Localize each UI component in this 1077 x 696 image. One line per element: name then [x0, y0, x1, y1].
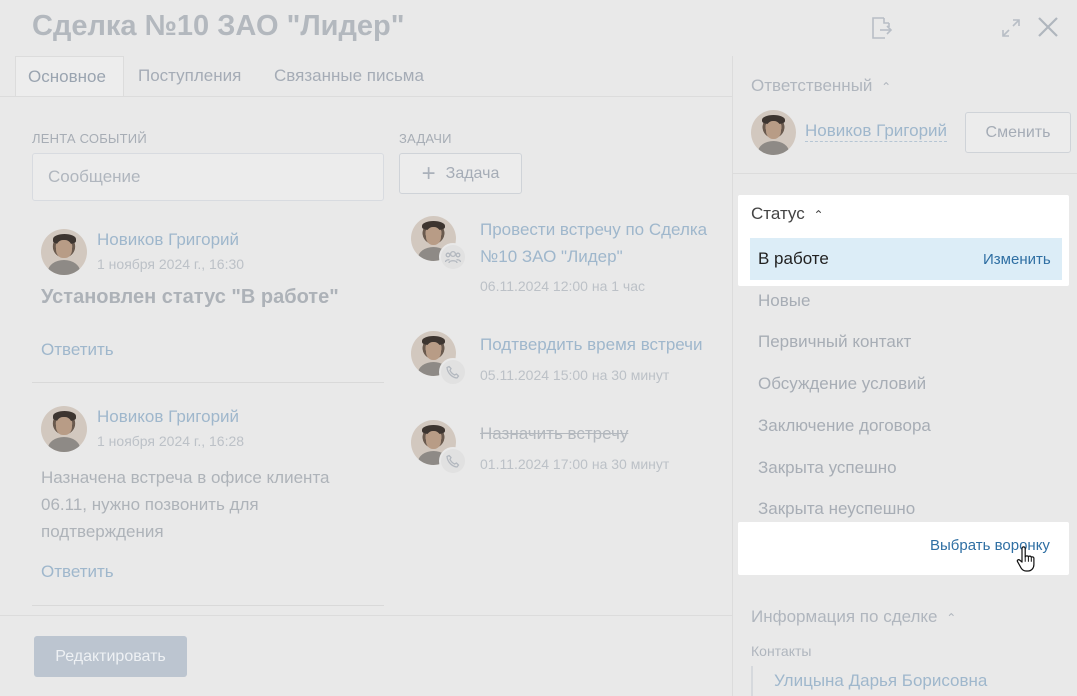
task-meta: 06.11.2024 12:00 на 1 час [480, 278, 645, 294]
edit-button-label: Редактировать [55, 647, 166, 665]
responsible-header[interactable]: Ответственный ⌃ [751, 76, 891, 96]
change-responsible-label: Сменить [985, 123, 1051, 141]
feed-divider [32, 382, 384, 383]
group-icon [439, 243, 467, 271]
avatar [751, 110, 796, 155]
task-title[interactable]: Назначить встречу [480, 420, 628, 447]
feed-author[interactable]: Новиков Григорий [97, 230, 239, 250]
plus-icon: + [421, 159, 436, 187]
expand-icon[interactable] [1000, 17, 1022, 39]
reply-link[interactable]: Ответить [41, 562, 114, 582]
hand-cursor-icon [1016, 546, 1036, 572]
tabs-divider [0, 96, 732, 97]
tasks-label: ЗАДАЧИ [399, 131, 452, 146]
feed-date: 1 ноября 2024 г., 16:28 [97, 433, 245, 449]
status-option[interactable]: Заключение договора [758, 416, 931, 436]
tab-label: Поступления [138, 66, 242, 85]
task-time: 01.11.2024 17:00 [480, 456, 588, 472]
change-responsible-button[interactable]: Сменить [965, 112, 1071, 153]
tab-receipts[interactable]: Поступления [138, 56, 241, 96]
deal-info-label: Информация по сделке [751, 607, 938, 626]
contact-name[interactable]: Улицына Дарья Борисовна [774, 671, 987, 691]
edit-button[interactable]: Редактировать [34, 636, 187, 677]
current-status: В работе [758, 249, 829, 268]
responsible-label: Ответственный [751, 76, 873, 95]
status-header[interactable]: Статус ⌃ [751, 204, 824, 224]
feed-divider [32, 605, 384, 606]
contact-bar [751, 666, 753, 696]
task-meta: 01.11.2024 17:00 на 30 минут [480, 456, 669, 472]
feed-label: ЛЕНТА СОБЫТИЙ [32, 131, 147, 146]
reply-link[interactable]: Ответить [41, 340, 114, 360]
status-label: Статус [751, 204, 805, 223]
responsible-name[interactable]: Новиков Григорий [805, 121, 948, 142]
phone-icon [439, 447, 467, 475]
message-placeholder: Сообщение [48, 167, 141, 186]
tab-related-emails[interactable]: Связанные письма [274, 56, 424, 96]
chevron-up-icon: ⌃ [946, 611, 957, 625]
task-time: 05.11.2024 15:00 [480, 367, 588, 383]
tab-label: Связанные письма [274, 66, 424, 85]
footer-divider [0, 615, 732, 616]
status-option[interactable]: Первичный контакт [758, 332, 911, 352]
feed-author[interactable]: Новиков Григорий [97, 407, 239, 427]
change-status-link[interactable]: Изменить [983, 251, 1051, 268]
deal-info-header[interactable]: Информация по сделке ⌃ [751, 607, 956, 627]
task-time: 06.11.2024 12:00 [480, 278, 588, 294]
phone-icon [439, 358, 467, 386]
feed-date: 1 ноября 2024 г., 16:30 [97, 256, 245, 272]
feed-text: Установлен статус "В работе" [41, 286, 339, 308]
right-panel-divider [732, 56, 733, 696]
tab-label: Основное [28, 66, 106, 86]
feed-text: Назначена встреча в офисе клиента 06.11,… [41, 468, 330, 541]
add-task-label: Задача [445, 164, 500, 182]
task-title[interactable]: Провести встречу по Сделка №10 ЗАО "Лиде… [480, 216, 725, 270]
task-duration: на 30 минут [591, 456, 670, 472]
status-option[interactable]: Новые [758, 291, 810, 311]
add-task-button[interactable]: + Задача [399, 153, 522, 194]
panel-divider [733, 173, 1077, 174]
status-option[interactable]: Закрыта успешно [758, 458, 897, 478]
task-title[interactable]: Подтвердить время встречи [480, 331, 703, 358]
chevron-up-icon: ⌃ [813, 208, 824, 222]
task-meta: 05.11.2024 15:00 на 30 минут [480, 367, 669, 383]
export-icon[interactable] [868, 15, 894, 41]
status-option[interactable]: Обсуждение условий [758, 374, 926, 394]
task-duration: на 30 минут [591, 367, 670, 383]
message-input[interactable]: Сообщение [32, 153, 384, 201]
status-option[interactable]: Закрыта неуспешно [758, 499, 915, 519]
chevron-up-icon: ⌃ [881, 80, 892, 94]
close-icon[interactable] [1036, 15, 1060, 39]
task-duration: на 1 час [591, 278, 646, 294]
tab-main[interactable]: Основное [15, 56, 124, 96]
avatar [41, 229, 87, 275]
avatar [41, 406, 87, 452]
page-title: Сделка №10 ЗАО "Лидер" [32, 10, 405, 42]
contacts-label: Контакты [751, 643, 812, 659]
